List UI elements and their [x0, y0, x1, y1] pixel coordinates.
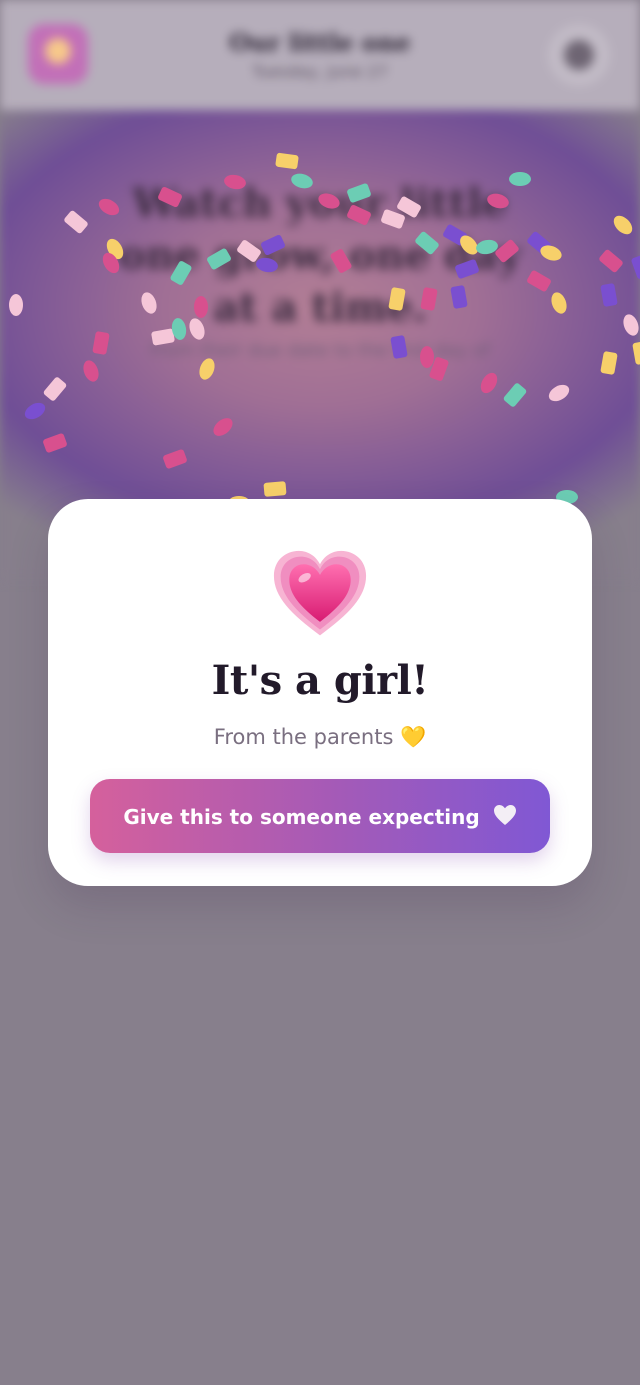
white-heart-icon — [493, 804, 516, 825]
growing-heart-icon — [273, 550, 367, 636]
give-to-expecting-button[interactable]: Give this to someone expecting — [90, 779, 550, 853]
top-app-bar: Our little one Tuesday, June 27 — [0, 0, 640, 110]
give-button-label: Give this to someone expecting — [123, 804, 480, 829]
app-screen: Our little one Tuesday, June 27 Watch yo… — [0, 0, 640, 1385]
settings-icon — [564, 40, 594, 70]
modal-title: It's a girl! — [211, 657, 429, 704]
hero-heading: Watch your little one grow, one day at a… — [118, 180, 522, 331]
current-date: Tuesday, June 27 — [252, 62, 388, 81]
announcement-modal: It's a girl! From the parents 💛 Give thi… — [48, 499, 592, 886]
settings-button[interactable] — [548, 24, 610, 86]
app-title: Our little one — [229, 28, 411, 57]
modal-subtitle: From the parents 💛 — [213, 725, 427, 749]
hero-subtitle: From their due date to the first day of — [149, 340, 491, 361]
